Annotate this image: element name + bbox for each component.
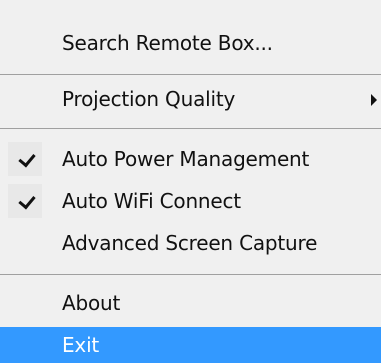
menu-separator	[0, 274, 381, 275]
chevron-right-icon	[371, 94, 377, 106]
menu-item-search-remote-box[interactable]: Search Remote Box...	[0, 22, 381, 64]
menu-item-advanced-screen-capture[interactable]: Advanced Screen Capture	[0, 222, 381, 264]
menu-item-about[interactable]: About	[0, 282, 381, 324]
menu-separator	[0, 74, 381, 75]
menu-item-label: Search Remote Box...	[62, 31, 273, 55]
menu-item-label: Auto Power Management	[62, 147, 310, 171]
menu-item-label: About	[62, 291, 121, 315]
context-menu: Search Remote Box... Projection Quality …	[0, 0, 381, 363]
menu-item-auto-wifi-connect[interactable]: Auto WiFi Connect	[0, 180, 381, 222]
menu-item-projection-quality[interactable]: Projection Quality	[0, 78, 381, 120]
menu-item-label: Exit	[62, 333, 100, 357]
menu-item-label: Projection Quality	[62, 87, 236, 111]
menu-item-auto-power-management[interactable]: Auto Power Management	[0, 138, 381, 180]
menu-item-label: Auto WiFi Connect	[62, 189, 241, 213]
menu-separator	[0, 128, 381, 129]
menu-item-label: Advanced Screen Capture	[62, 231, 318, 255]
menu-item-exit[interactable]: Exit	[0, 327, 381, 363]
